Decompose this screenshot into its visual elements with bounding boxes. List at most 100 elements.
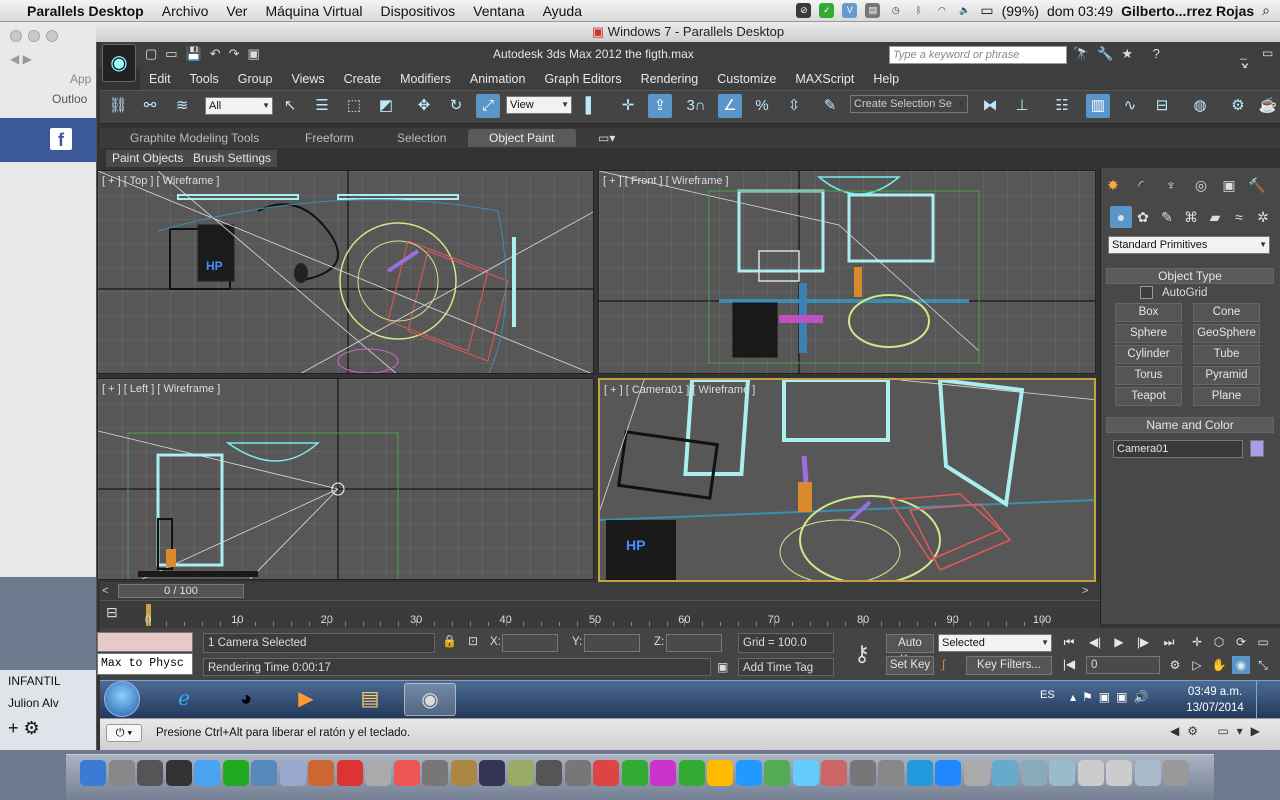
zoom-dot[interactable] xyxy=(46,30,58,42)
search-input[interactable]: Type a keyword or phrase xyxy=(889,46,1067,64)
percent-snap-icon[interactable]: % xyxy=(750,94,774,118)
scale-icon[interactable]: ⤢ xyxy=(476,94,500,118)
dock-app-icon[interactable] xyxy=(336,760,363,786)
zoom-all-icon[interactable]: ⬡ xyxy=(1210,633,1228,651)
viewport-left[interactable]: [ + ] [ Left ] [ Wireframe ] xyxy=(97,378,594,580)
orbit-camera-icon[interactable]: ◉ xyxy=(1232,656,1250,674)
display-tab-icon[interactable]: ▣ xyxy=(1218,174,1240,196)
link-icon[interactable]: ⛓ xyxy=(106,94,130,118)
move-icon[interactable]: ✥ xyxy=(412,94,436,118)
dock-app-icon[interactable] xyxy=(707,760,733,786)
key-mode-dropdown[interactable]: Selected xyxy=(938,634,1052,652)
dock-app-icon[interactable] xyxy=(1049,760,1075,786)
go-to-end-icon[interactable]: ⏭ xyxy=(1160,633,1178,651)
maxscript-listener-pink[interactable] xyxy=(97,632,193,652)
media-player-icon[interactable]: ▶ xyxy=(280,683,332,716)
back-forward[interactable]: ◀ ▶ xyxy=(0,50,99,68)
orbit-icon[interactable]: ⟳ xyxy=(1232,633,1250,651)
set-key-icon[interactable]: ⚷ xyxy=(842,634,882,674)
volume-icon[interactable]: 🔈 xyxy=(957,3,972,18)
name-color-rollout[interactable]: Name and Color xyxy=(1106,417,1274,433)
bind-space-warp-icon[interactable]: ≋ xyxy=(170,94,194,118)
prev-frame-icon[interactable]: ◀| xyxy=(1086,633,1104,651)
explorer-folder-icon[interactable]: ▤ xyxy=(344,683,396,716)
show-desktop-button[interactable] xyxy=(1256,680,1270,718)
dock-app-icon[interactable] xyxy=(1163,760,1189,786)
select-object-icon[interactable]: ↖ xyxy=(278,94,302,118)
dock-app-icon[interactable] xyxy=(222,760,249,786)
chrome-icon[interactable]: ◕ xyxy=(220,683,272,716)
dock-app-icon[interactable] xyxy=(450,760,477,786)
dock-app-icon[interactable] xyxy=(1077,760,1104,786)
dock-app-icon[interactable] xyxy=(137,760,163,786)
dock-app-icon[interactable] xyxy=(251,760,277,786)
menu-rendering[interactable]: Rendering xyxy=(632,72,709,86)
menu-maquina-virtual[interactable]: Máquina Virtual xyxy=(256,3,371,19)
key-mode-toggle-icon[interactable]: |◀ xyxy=(1060,655,1078,673)
dock-app-icon[interactable] xyxy=(165,760,192,786)
select-by-name-icon[interactable]: ☰ xyxy=(310,94,334,118)
keyboard-shortcut-override-icon[interactable]: ⇪ xyxy=(648,94,672,118)
menu-dispositivos[interactable]: Dispositivos xyxy=(371,3,464,19)
hierarchy-tab-icon[interactable]: ♆ xyxy=(1160,174,1182,196)
mirror-icon[interactable]: ⧓ xyxy=(978,94,1002,118)
modify-tab-icon[interactable]: ◜ xyxy=(1130,174,1152,196)
selection-filter-dropdown[interactable]: All xyxy=(205,97,273,115)
quick-access-toolbar[interactable]: ▢▭💾↶↷▣ xyxy=(145,46,268,62)
motion-tab-icon[interactable]: ◎ xyxy=(1190,174,1212,196)
3dsmax-taskbar-icon[interactable]: ◉ xyxy=(404,683,456,716)
ribbon-options-icon[interactable]: ▭▾ xyxy=(598,131,615,145)
named-selection-dropdown[interactable]: Create Selection Se xyxy=(850,95,968,113)
helpers-icon[interactable]: ▰ xyxy=(1204,206,1226,228)
dock-app-icon[interactable] xyxy=(422,760,448,786)
select-manipulate-icon[interactable]: ✛ xyxy=(616,94,640,118)
viewport-top[interactable]: HP [ + ] [ Top ] [ Wireframe ] xyxy=(97,170,594,374)
shapes-icon[interactable]: ✿ xyxy=(1132,206,1154,228)
dock-app-icon[interactable] xyxy=(906,760,933,786)
set-key-button[interactable]: Set Key xyxy=(886,656,934,675)
create-tab-icon[interactable]: ✸ xyxy=(1102,174,1124,196)
box-button[interactable]: Box xyxy=(1115,303,1182,322)
pan-icon[interactable]: ✋ xyxy=(1210,656,1228,674)
key-filters-button[interactable]: Key Filters... xyxy=(966,656,1052,675)
dock-app-icon[interactable] xyxy=(80,760,106,786)
current-frame-field[interactable]: 0 xyxy=(1086,656,1160,674)
dock-app-icon[interactable] xyxy=(479,760,505,786)
dock-app-icon[interactable] xyxy=(393,760,420,786)
object-color-swatch[interactable] xyxy=(1250,440,1264,457)
status-icon[interactable]: ⊘ xyxy=(796,3,812,18)
dock-app-icon[interactable] xyxy=(678,760,705,786)
dock-app-icon[interactable] xyxy=(849,760,876,786)
time-tag-icon[interactable]: ▣ xyxy=(717,660,728,674)
dock-app-icon[interactable] xyxy=(279,760,306,786)
list-item[interactable]: INFANTIL xyxy=(0,670,100,692)
dock-app-icon[interactable] xyxy=(878,760,904,786)
dock-app-icon[interactable] xyxy=(650,760,676,786)
menu-ayuda[interactable]: Ayuda xyxy=(534,3,591,19)
primitives-category-dropdown[interactable]: Standard Primitives xyxy=(1108,236,1270,254)
tube-button[interactable]: Tube xyxy=(1193,345,1260,364)
autogrid-checkbox[interactable] xyxy=(1140,286,1153,299)
dock-app-icon[interactable] xyxy=(821,760,847,786)
next-frame-arrow[interactable]: > xyxy=(1082,585,1088,597)
user-name[interactable]: Gilberto...rrez Rojas xyxy=(1121,3,1254,19)
utilities-tab-icon[interactable]: 🔨 xyxy=(1246,174,1268,196)
language-indicator[interactable]: ES xyxy=(1040,689,1055,701)
dock-app-icon[interactable] xyxy=(108,760,135,786)
reference-coordinate-dropdown[interactable]: View xyxy=(506,96,572,114)
systems-icon[interactable]: ✲ xyxy=(1252,206,1274,228)
close-dot[interactable] xyxy=(10,30,22,42)
teapot-button[interactable]: Teapot xyxy=(1115,387,1182,406)
parallels-controls[interactable]: ◀⚙ ▭▾▶ xyxy=(1170,724,1270,742)
play-icon[interactable]: ▶ xyxy=(1110,633,1128,651)
cylinder-button[interactable]: Cylinder xyxy=(1115,345,1182,364)
brush-settings-button[interactable]: Brush Settings xyxy=(187,150,278,167)
x-field[interactable] xyxy=(502,634,558,652)
menu-maxscript[interactable]: MAXScript xyxy=(786,72,864,86)
start-button-icon[interactable] xyxy=(104,681,140,717)
dock-app-icon[interactable] xyxy=(764,760,790,786)
outlook-tab[interactable]: Outloo xyxy=(0,90,104,108)
menu-archivo[interactable]: Archivo xyxy=(153,3,218,19)
layer-manager-icon[interactable]: ☷ xyxy=(1050,94,1074,118)
viewport-label[interactable]: [ + ] [ Front ] [ Wireframe ] xyxy=(603,175,729,187)
